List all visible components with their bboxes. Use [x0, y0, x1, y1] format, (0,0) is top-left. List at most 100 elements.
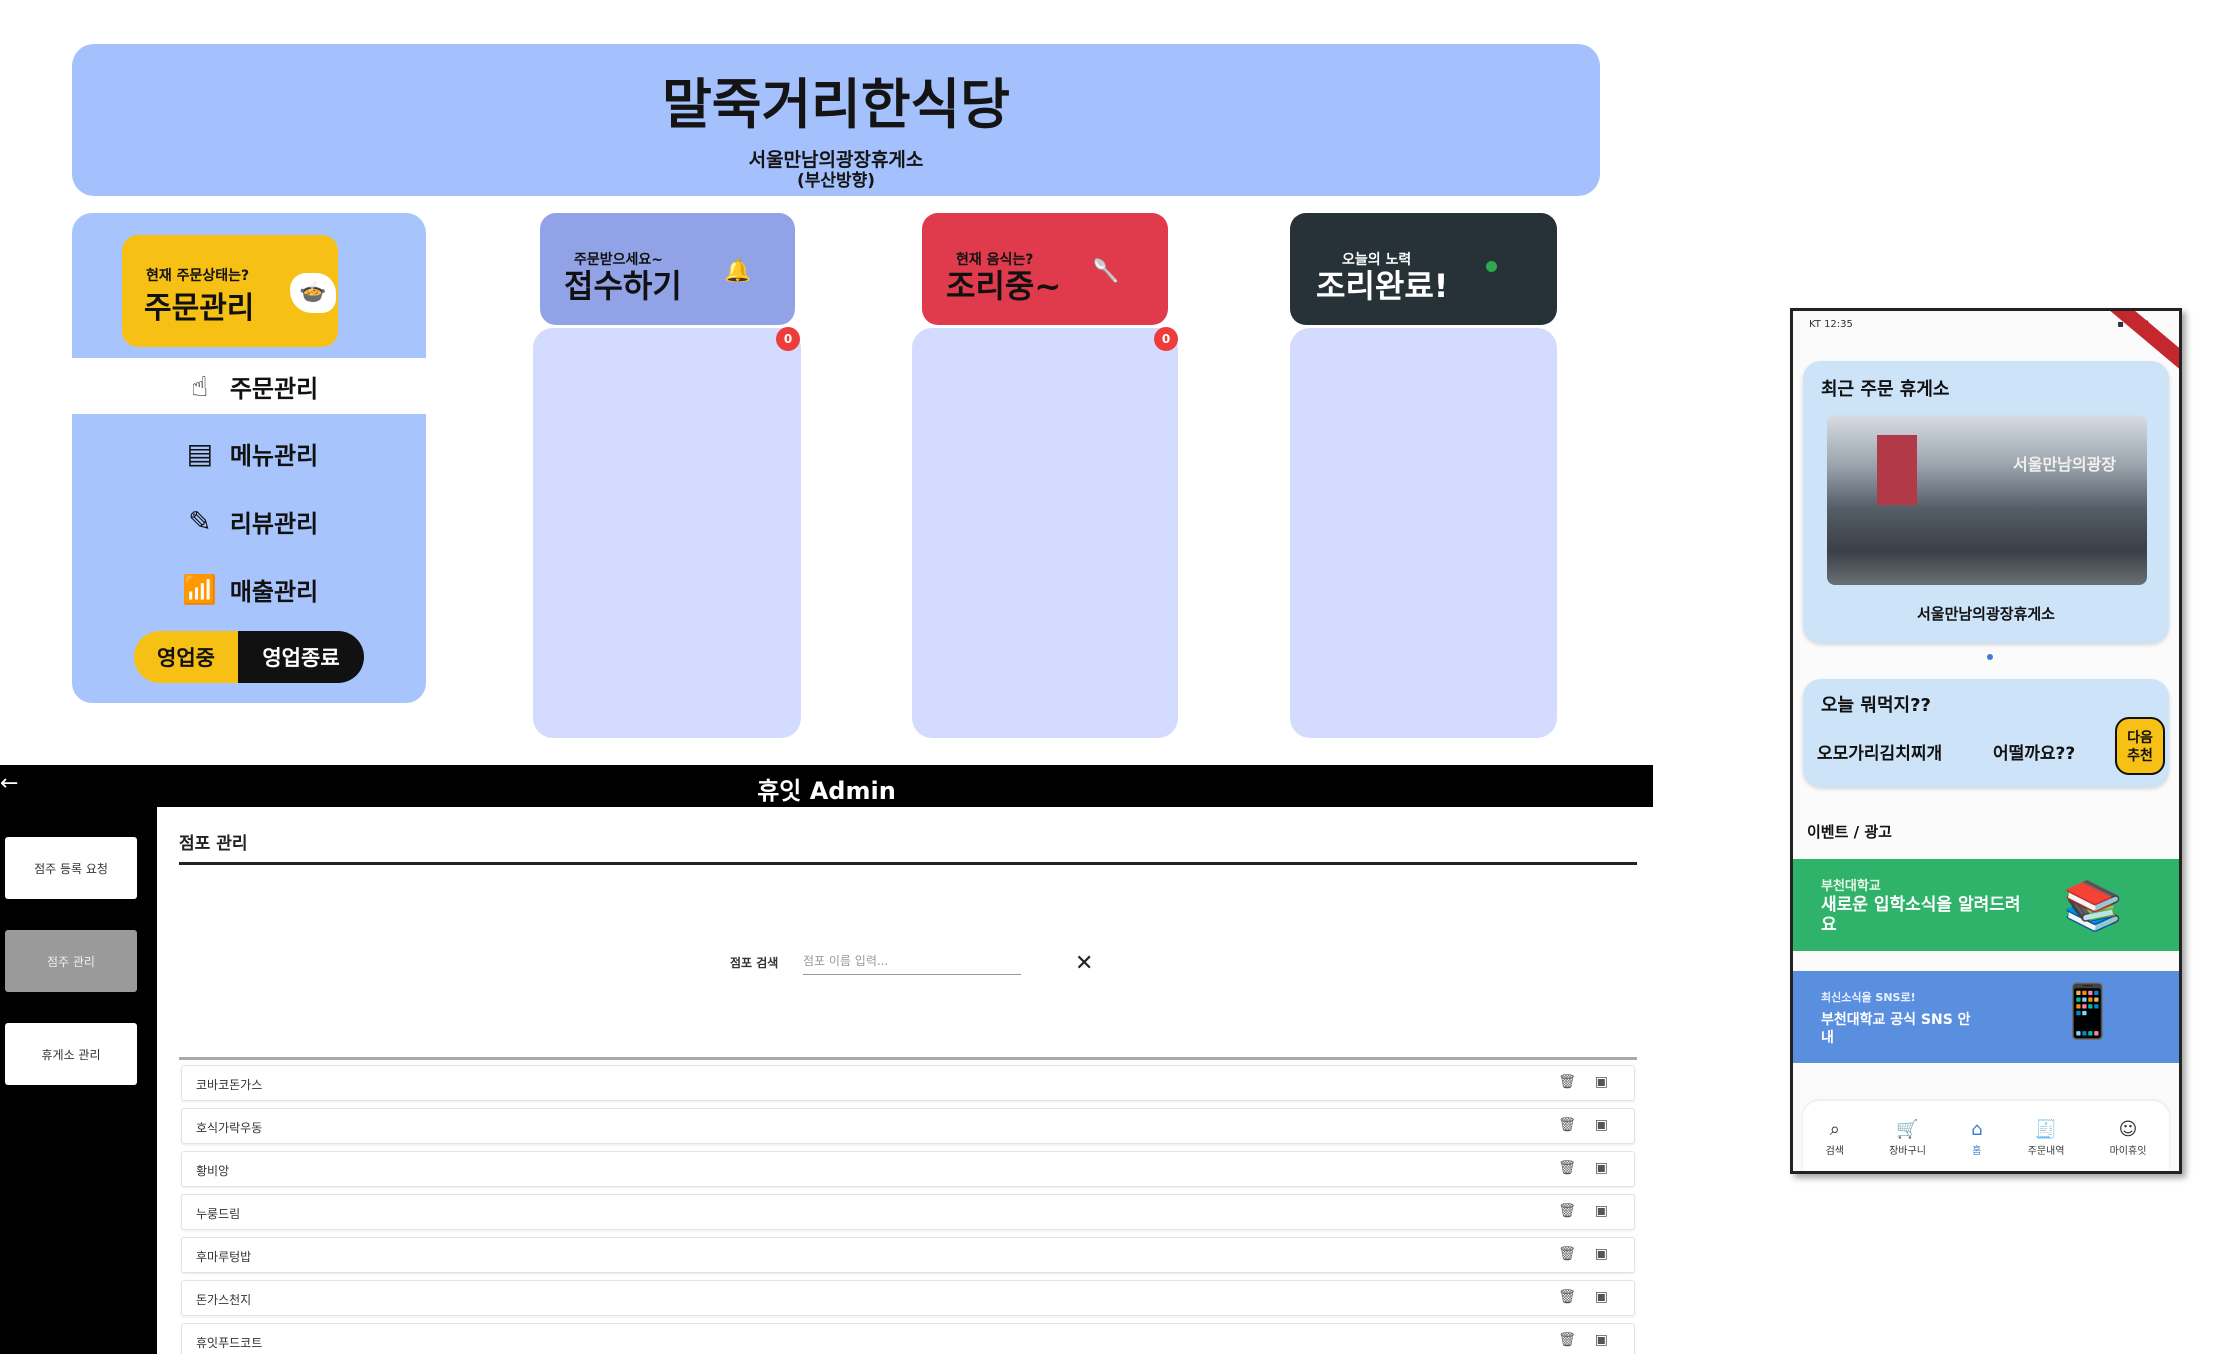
today-menu-name: 오모가리김치찌개	[1817, 744, 1943, 764]
events-title: 이벤트 / 광고	[1807, 823, 1892, 841]
status-question: 현재 주문상태는?	[146, 268, 250, 284]
status-left: KT 12:35	[1809, 319, 1853, 330]
today-menu-card: 오늘 뭐먹지?? 오모가리김치찌개 어떨까요?? 다음 추천	[1803, 679, 2169, 787]
sidebar-item-label: 리뷰관리	[229, 509, 319, 538]
tab-search[interactable]: ⌕ 검색	[1826, 1119, 1844, 1157]
image-icon[interactable]: ▣	[1595, 1074, 1608, 1090]
phone-hand-icon: 📱	[2055, 982, 2120, 1042]
trash-icon[interactable]: 🗑	[1558, 1203, 1576, 1219]
sidebar-item-label: 주문관리	[229, 374, 319, 403]
tab-label: 홈	[1972, 1146, 1982, 1157]
screen: 말죽거리한식당 서울만남의광장휴게소 (부산방향) 현재 주문상태는? 주문관리…	[0, 0, 2218, 1354]
admin-app-bar: 휴잇 Admin ←	[0, 765, 1653, 807]
table-row[interactable]: 호식가락우동 🗑 ▣	[181, 1108, 1635, 1144]
table-row[interactable]: 황비앙 🗑 ▣	[181, 1151, 1635, 1187]
photo-sign-text: 서울만남의광장	[2013, 455, 2117, 474]
image-icon[interactable]: ▣	[1595, 1289, 1608, 1305]
image-icon[interactable]: ▣	[1595, 1332, 1608, 1348]
menu-icon: ▤	[186, 436, 214, 470]
store-search-input[interactable]	[803, 947, 1021, 975]
owner-manage-button[interactable]: 점주 관리	[5, 930, 137, 992]
banner2-small: 최신소식을 SNS로!	[1821, 991, 1916, 1004]
image-icon[interactable]: ▣	[1595, 1203, 1608, 1219]
carousel-indicator	[1987, 654, 1993, 660]
order-status-card: 현재 주문상태는? 주문관리 🍲	[122, 235, 338, 347]
store-name: 휴잇푸드코트	[196, 1336, 263, 1350]
table-row[interactable]: 누룽드림 🗑 ▣	[181, 1194, 1635, 1230]
table-row[interactable]: 돈가스천지 🗑 ▣	[181, 1280, 1635, 1316]
image-icon[interactable]: ▣	[1595, 1160, 1608, 1176]
restaurant-title: 말죽거리한식당	[662, 73, 1010, 136]
admission-banner[interactable]: 부천대학교 새로운 입학소식을 알려드려요 📚	[1793, 859, 2179, 951]
bell-icon: 🔔	[724, 259, 752, 284]
tab-label: 주문내역	[2027, 1146, 2065, 1157]
column-cooking-title: 조리중~	[946, 267, 1062, 305]
next-recommend-button[interactable]: 다음 추천	[2115, 717, 2165, 775]
column-received-title: 접수하기	[564, 267, 682, 305]
business-status-toggle[interactable]: 영업중 영업종료	[134, 631, 364, 683]
recent-order-card[interactable]: 최근 주문 휴게소 서울만남의광장 서울만남의광장휴게소	[1803, 361, 2169, 643]
trash-icon[interactable]: 🗑	[1558, 1289, 1576, 1305]
pot-icon: 🥄	[1092, 259, 1120, 284]
order-icon: ☝	[191, 369, 209, 403]
sidebar-item-orders[interactable]: ☝ 주문관리	[72, 358, 426, 414]
column-received-header[interactable]: 주문받으세요~ 접수하기 🔔	[540, 213, 795, 325]
status-title: 주문관리	[144, 291, 255, 326]
recent-rest-area-name: 서울만남의광장휴게소	[1916, 605, 2055, 623]
rest-area-direction: (부산방향)	[796, 171, 876, 191]
owner-request-button[interactable]: 점주 등록 요청	[5, 837, 137, 899]
section-title: 점포 관리	[179, 834, 248, 854]
bottom-navigation: ⌕ 검색 🛒 장바구니 ⌂ 홈 🧾 주문내역 ☺ 마이휴잇	[1803, 1101, 2169, 1171]
trash-icon[interactable]: 🗑	[1558, 1246, 1576, 1262]
column-cooking-header[interactable]: 현재 음식는? 조리중~ 🥄	[922, 213, 1168, 325]
sidebar-item-reviews[interactable]: ✎ 리뷰관리	[72, 493, 426, 549]
restaurant-header: 말죽거리한식당 서울만남의광장휴게소 (부산방향)	[72, 44, 1600, 196]
banner1-small: 부천대학교	[1821, 879, 1881, 894]
sidebar-item-sales[interactable]: 📶 매출관리	[72, 561, 426, 617]
trash-icon[interactable]: 🗑	[1558, 1117, 1576, 1133]
receipt-icon: 🧾	[2034, 1119, 2058, 1140]
sns-banner[interactable]: 최신소식을 SNS로! 부천대학교 공식 SNS 안내 📱	[1793, 971, 2179, 1063]
table-row[interactable]: 휴잇푸드코트 🗑 ▣	[181, 1323, 1635, 1354]
table-row[interactable]: 후마루텅밥 🗑 ▣	[181, 1237, 1635, 1273]
image-icon[interactable]: ▣	[1595, 1117, 1608, 1133]
profile-icon: ☺	[2118, 1119, 2138, 1140]
today-menu-question: 어떨까요??	[1993, 744, 2076, 764]
tab-label: 장바구니	[1889, 1146, 1926, 1157]
tab-cart[interactable]: 🛒 장바구니	[1889, 1119, 1926, 1157]
sidebar-item-label: 매출관리	[229, 577, 319, 606]
column-done-list	[1290, 328, 1557, 738]
banner1-text: 새로운 입학소식을 알려드려요	[1821, 895, 2021, 935]
trash-icon[interactable]: 🗑	[1558, 1074, 1576, 1090]
admin-title: 휴잇 Admin	[757, 777, 896, 805]
column-received-list	[533, 328, 801, 738]
tab-label: 마이휴잇	[2109, 1146, 2147, 1157]
received-count-badge: 0	[776, 327, 800, 351]
section-divider	[179, 862, 1637, 865]
table-row[interactable]: 코바코돈가스 🗑 ▣	[181, 1065, 1635, 1101]
review-icon: ✎	[188, 504, 212, 538]
close-option[interactable]: 영업종료	[238, 631, 364, 683]
sidebar-item-menu[interactable]: ▤ 메뉴관리	[72, 425, 426, 481]
open-option[interactable]: 영업중	[134, 631, 238, 683]
tab-home[interactable]: ⌂ 홈	[1971, 1119, 1982, 1157]
store-search-label: 점포 검색	[730, 956, 779, 970]
phone-mockup: KT 12:35 ▪ ◂ ▸ ▮ 최근 주문 휴게소 서울만남의광장 서울만남의…	[1790, 308, 2182, 1174]
back-arrow-icon[interactable]: ←	[0, 771, 18, 796]
rest-area-manage-button[interactable]: 휴게소 관리	[5, 1023, 137, 1085]
tab-label: 검색	[1825, 1146, 1844, 1157]
column-done-header[interactable]: 오늘의 노력 조리완료!	[1290, 213, 1557, 325]
trash-icon[interactable]: 🗑	[1558, 1160, 1576, 1176]
column-done-title: 조리완료!	[1316, 267, 1449, 305]
list-divider	[179, 1057, 1637, 1060]
owner-sidebar: 현재 주문상태는? 주문관리 🍲 ☝ 주문관리 ▤ 메뉴관리 ✎ 리뷰관리 📶 …	[72, 213, 426, 703]
cooking-count-badge: 0	[1154, 327, 1178, 351]
clear-search-icon[interactable]: ✕	[1075, 951, 1093, 976]
sales-chart-icon: 📶	[182, 572, 218, 606]
tab-orders[interactable]: 🧾 주문내역	[2028, 1119, 2065, 1157]
admin-content: 점포 관리 점포 검색 ✕ 코바코돈가스 🗑 ▣ 호식가락우동 🗑 ▣ 황비앙 …	[157, 807, 1653, 1354]
cart-icon: 🛒	[1896, 1119, 1919, 1140]
image-icon[interactable]: ▣	[1595, 1246, 1608, 1262]
tab-my[interactable]: ☺ 마이휴잇	[2110, 1119, 2147, 1157]
trash-icon[interactable]: 🗑	[1558, 1332, 1576, 1348]
